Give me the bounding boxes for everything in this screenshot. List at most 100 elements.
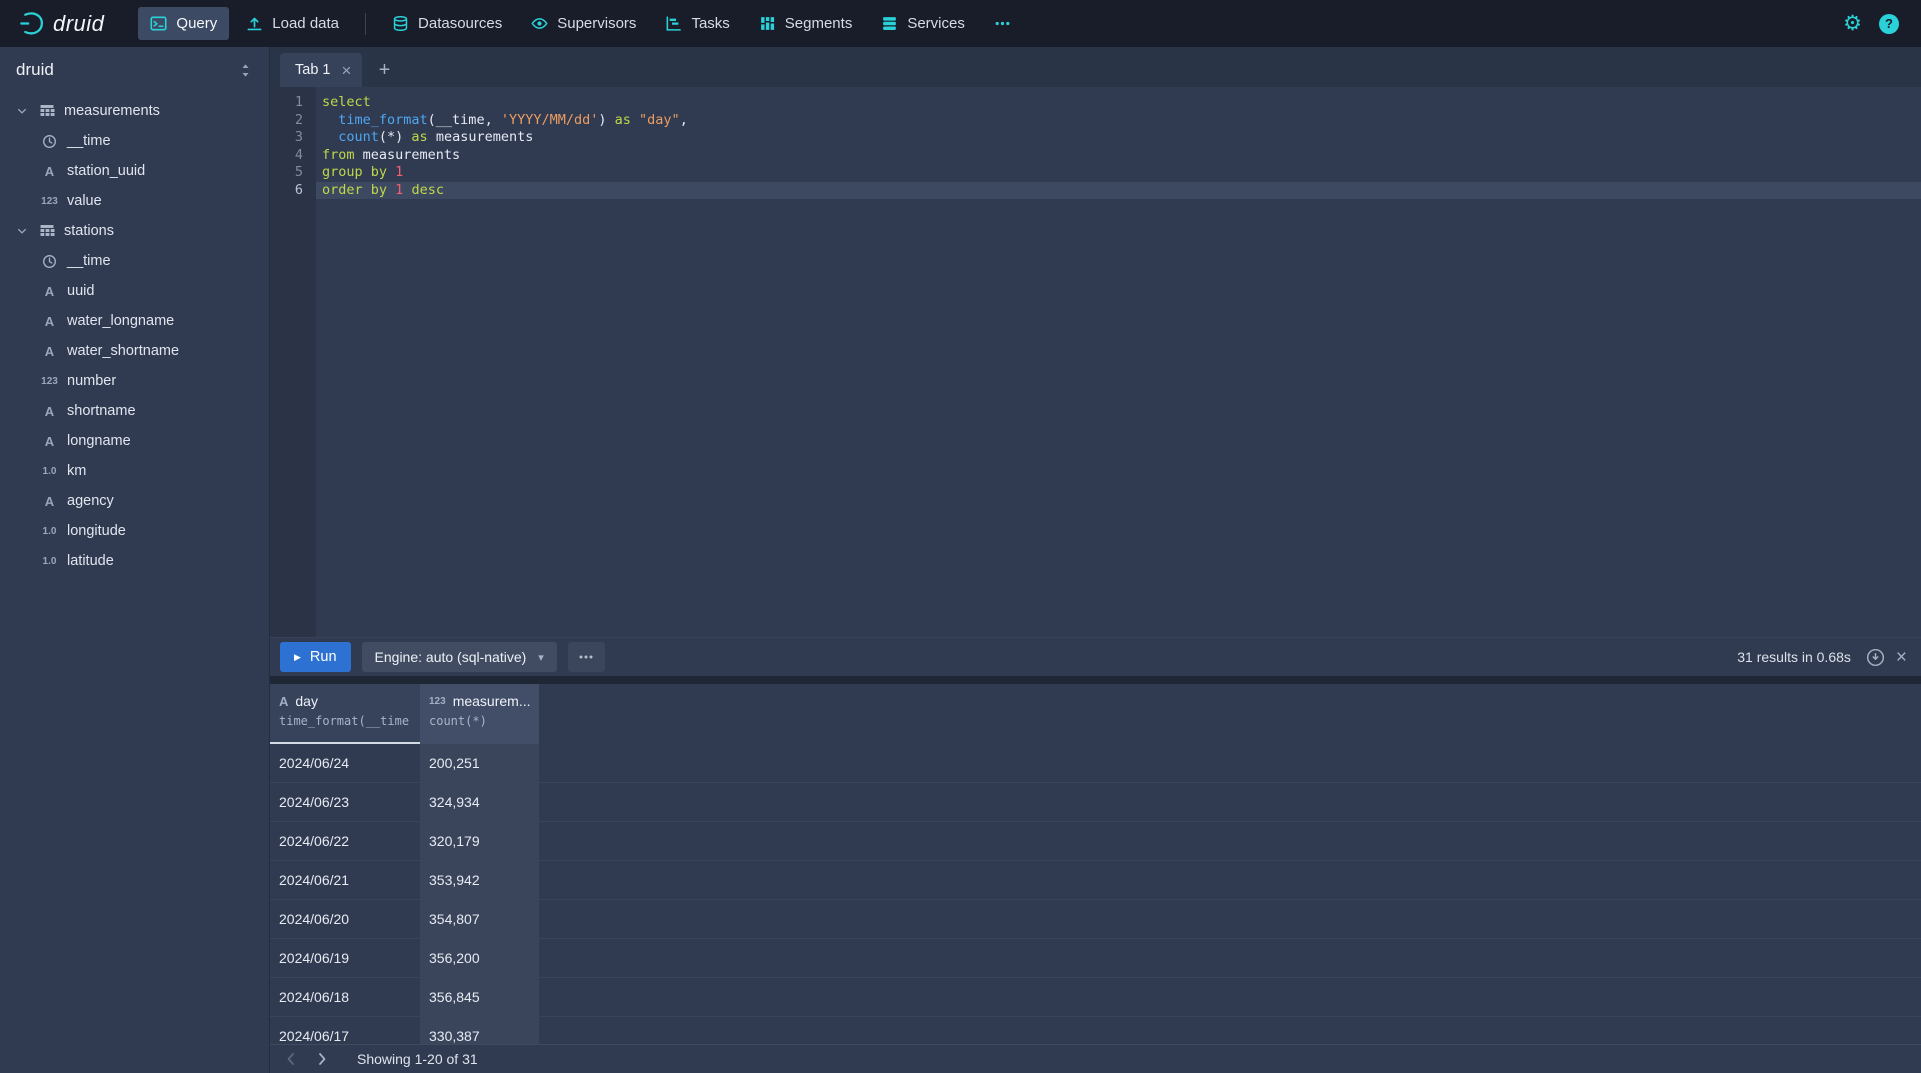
nav-item-label: Tasks bbox=[691, 15, 729, 32]
cell-measurements[interactable]: 356,200 bbox=[420, 939, 539, 977]
tree-column-agency[interactable]: Aagency bbox=[0, 486, 269, 516]
cell-measurements[interactable]: 353,942 bbox=[420, 861, 539, 899]
cell-measurements[interactable]: 324,934 bbox=[420, 783, 539, 821]
code-line[interactable]: order by 1 desc bbox=[316, 182, 1921, 200]
nav-item-query[interactable]: Query bbox=[138, 7, 229, 40]
string-type-icon: A bbox=[279, 694, 288, 709]
topbar-right: ⚙ ? bbox=[1843, 13, 1907, 34]
tree-item-label: uuid bbox=[67, 283, 94, 299]
editor-gutter: 123456 bbox=[270, 87, 316, 637]
table-row: 2024/06/22320,179 bbox=[270, 822, 1921, 861]
string-type-icon: A bbox=[41, 164, 58, 179]
editor-code[interactable]: select time_format(__time, 'YYYY/MM/dd')… bbox=[316, 87, 1921, 637]
code-line[interactable]: time_format(__time, 'YYYY/MM/dd') as "da… bbox=[316, 112, 1921, 130]
prev-page-icon[interactable] bbox=[283, 1051, 299, 1067]
column-header-measurements[interactable]: 123 measurem... count(*) bbox=[420, 684, 539, 744]
chevron-down-icon bbox=[16, 105, 29, 117]
nav-item-datasources[interactable]: Datasources bbox=[380, 7, 514, 40]
clock-icon bbox=[41, 134, 58, 149]
cell-measurements[interactable]: 320,179 bbox=[420, 822, 539, 860]
tree-item-label: shortname bbox=[67, 403, 136, 419]
tree-column-longname[interactable]: Alongname bbox=[0, 426, 269, 456]
cell-day[interactable]: 2024/06/23 bbox=[270, 783, 420, 821]
tree-column-__time[interactable]: __time bbox=[0, 246, 269, 276]
next-page-icon[interactable] bbox=[314, 1051, 330, 1067]
row-filler bbox=[539, 978, 1921, 1016]
tree-column-km[interactable]: 1.0km bbox=[0, 456, 269, 486]
float-type-icon: 1.0 bbox=[41, 466, 58, 477]
cell-day[interactable]: 2024/06/21 bbox=[270, 861, 420, 899]
tree-table-measurements[interactable]: measurements bbox=[0, 96, 269, 126]
tree-column-number[interactable]: 123number bbox=[0, 366, 269, 396]
nav-item-label: Load data bbox=[272, 15, 339, 32]
cell-measurements[interactable]: 200,251 bbox=[420, 744, 539, 782]
table-row: 2024/06/20354,807 bbox=[270, 900, 1921, 939]
tree-column-longitude[interactable]: 1.0longitude bbox=[0, 516, 269, 546]
column-header-day[interactable]: A day time_format(__time, … bbox=[270, 684, 420, 744]
table-icon bbox=[38, 223, 55, 239]
engine-select[interactable]: Engine: auto (sql-native) ▾ bbox=[362, 642, 557, 672]
code-line[interactable]: select bbox=[316, 94, 1921, 112]
add-tab-button[interactable]: + bbox=[368, 53, 400, 87]
cell-day[interactable]: 2024/06/22 bbox=[270, 822, 420, 860]
cell-measurements[interactable]: 354,807 bbox=[420, 900, 539, 938]
cell-day[interactable]: 2024/06/17 bbox=[270, 1017, 420, 1044]
tab-tab1[interactable]: Tab 1 × bbox=[280, 53, 362, 87]
float-type-icon: 1.0 bbox=[41, 556, 58, 567]
row-filler bbox=[539, 1017, 1921, 1044]
schema-title: druid bbox=[16, 60, 54, 80]
tree-column-__time[interactable]: __time bbox=[0, 126, 269, 156]
table-row: 2024/06/23324,934 bbox=[270, 783, 1921, 822]
table-icon bbox=[38, 103, 55, 119]
tree-column-uuid[interactable]: Auuid bbox=[0, 276, 269, 306]
close-results-icon[interactable]: × bbox=[1896, 648, 1907, 667]
cell-day[interactable]: 2024/06/19 bbox=[270, 939, 420, 977]
tree-column-water_shortname[interactable]: Awater_shortname bbox=[0, 336, 269, 366]
nav-item-tasks[interactable]: Tasks bbox=[653, 7, 741, 40]
help-icon[interactable]: ? bbox=[1879, 14, 1899, 34]
druid-console: druid Query Load data DatasourcesSuperviso… bbox=[0, 0, 1921, 1073]
tab-close-icon[interactable]: × bbox=[341, 62, 351, 79]
row-filler bbox=[539, 861, 1921, 899]
line-number: 4 bbox=[270, 147, 303, 165]
sql-editor[interactable]: 123456 select time_format(__time, 'YYYY/… bbox=[270, 87, 1921, 637]
topbar-nav: Query Load data DatasourcesSupervisors Task… bbox=[138, 7, 1022, 40]
nav-more-button[interactable] bbox=[982, 7, 1023, 40]
cell-day[interactable]: 2024/06/24 bbox=[270, 744, 420, 782]
tree-column-shortname[interactable]: Ashortname bbox=[0, 396, 269, 426]
gear-icon[interactable]: ⚙ bbox=[1843, 13, 1862, 34]
query-tabbar: Tab 1 × + bbox=[270, 47, 1921, 87]
pagination-status: Showing 1-20 of 31 bbox=[357, 1051, 478, 1067]
druid-logo[interactable]: druid bbox=[18, 10, 104, 37]
results-header: A day time_format(__time, … 123 measurem… bbox=[270, 684, 1921, 744]
sidebar-header: druid bbox=[0, 47, 269, 93]
code-line[interactable]: count(*) as measurements bbox=[316, 129, 1921, 147]
tree-item-label: longitude bbox=[67, 523, 126, 539]
clock-icon bbox=[41, 254, 58, 269]
panel-divider[interactable] bbox=[270, 676, 1921, 684]
tree-column-latitude[interactable]: 1.0latitude bbox=[0, 546, 269, 576]
tab-label: Tab 1 bbox=[295, 62, 330, 78]
cell-day[interactable]: 2024/06/20 bbox=[270, 900, 420, 938]
download-icon[interactable] bbox=[1866, 648, 1885, 667]
code-line[interactable]: group by 1 bbox=[316, 164, 1921, 182]
nav-item-supervisors[interactable]: Supervisors bbox=[519, 7, 648, 40]
code-line[interactable]: from measurements bbox=[316, 147, 1921, 165]
content: druid measurements__timeAstation_uuid123… bbox=[0, 47, 1921, 1073]
tree-table-stations[interactable]: stations bbox=[0, 216, 269, 246]
nav-item-segments[interactable]: Segments bbox=[747, 7, 865, 40]
nav-item-label: Segments bbox=[785, 15, 853, 32]
results-rows: 2024/06/24200,2512024/06/23324,9342024/0… bbox=[270, 744, 1921, 1044]
tree-column-station_uuid[interactable]: Astation_uuid bbox=[0, 156, 269, 186]
run-button[interactable]: ▶ Run bbox=[280, 642, 351, 672]
cell-measurements[interactable]: 330,387 bbox=[420, 1017, 539, 1044]
tree-column-value[interactable]: 123value bbox=[0, 186, 269, 216]
sort-icon[interactable] bbox=[238, 63, 253, 78]
cell-day[interactable]: 2024/06/18 bbox=[270, 978, 420, 1016]
cell-measurements[interactable]: 356,845 bbox=[420, 978, 539, 1016]
tree-item-label: water_shortname bbox=[67, 343, 179, 359]
nav-item-load-data[interactable]: Load data bbox=[234, 7, 351, 40]
tree-column-water_longname[interactable]: Awater_longname bbox=[0, 306, 269, 336]
nav-item-services[interactable]: Services bbox=[869, 7, 977, 40]
query-more-button[interactable] bbox=[568, 642, 605, 672]
